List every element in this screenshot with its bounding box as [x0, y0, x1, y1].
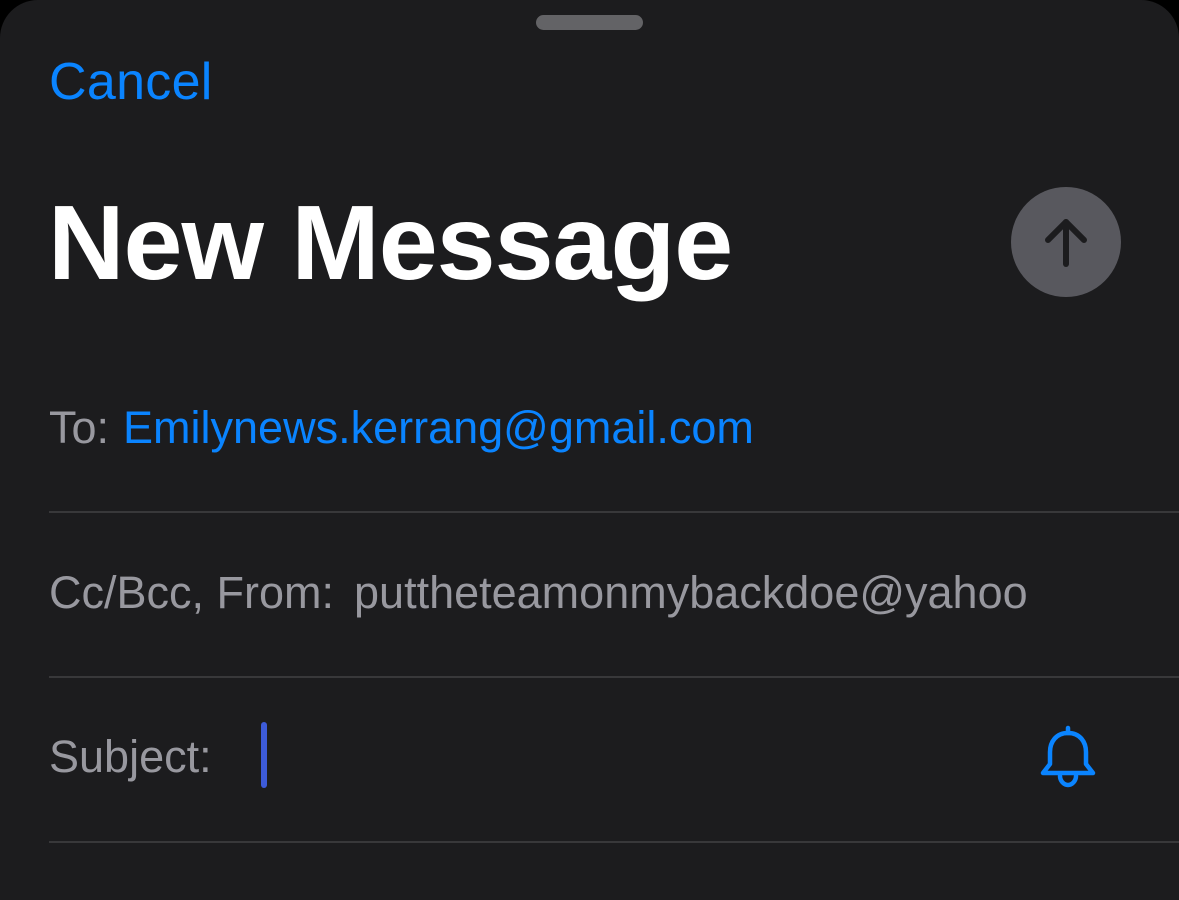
to-recipient[interactable]: Emilynews.kerrang@gmail.com	[123, 402, 754, 453]
cc-bcc-from-field[interactable]: Cc/Bcc, From: puttheteamonmybackdoe@yahoo	[49, 560, 1179, 626]
to-field[interactable]: To: Emilynews.kerrang@gmail.com	[49, 395, 1179, 461]
from-address[interactable]: puttheteamonmybackdoe@yahoo	[354, 567, 1028, 618]
bell-icon[interactable]	[1036, 724, 1100, 788]
divider	[49, 511, 1179, 513]
divider	[49, 676, 1179, 678]
send-button[interactable]	[1011, 187, 1121, 297]
to-label: To:	[49, 402, 110, 453]
divider	[49, 841, 1179, 843]
arrow-up-icon	[1045, 219, 1087, 267]
page-title: New Message	[48, 184, 733, 302]
subject-label: Subject:	[49, 731, 212, 782]
subject-field[interactable]: Subject:	[49, 724, 1179, 790]
sheet-grabber[interactable]	[536, 15, 643, 30]
cancel-button[interactable]: Cancel	[49, 50, 213, 114]
text-cursor	[261, 722, 267, 788]
compose-sheet: Cancel New Message To: Emilynews.kerrang@…	[0, 0, 1179, 900]
cc-bcc-from-label: Cc/Bcc, From:	[49, 567, 335, 618]
